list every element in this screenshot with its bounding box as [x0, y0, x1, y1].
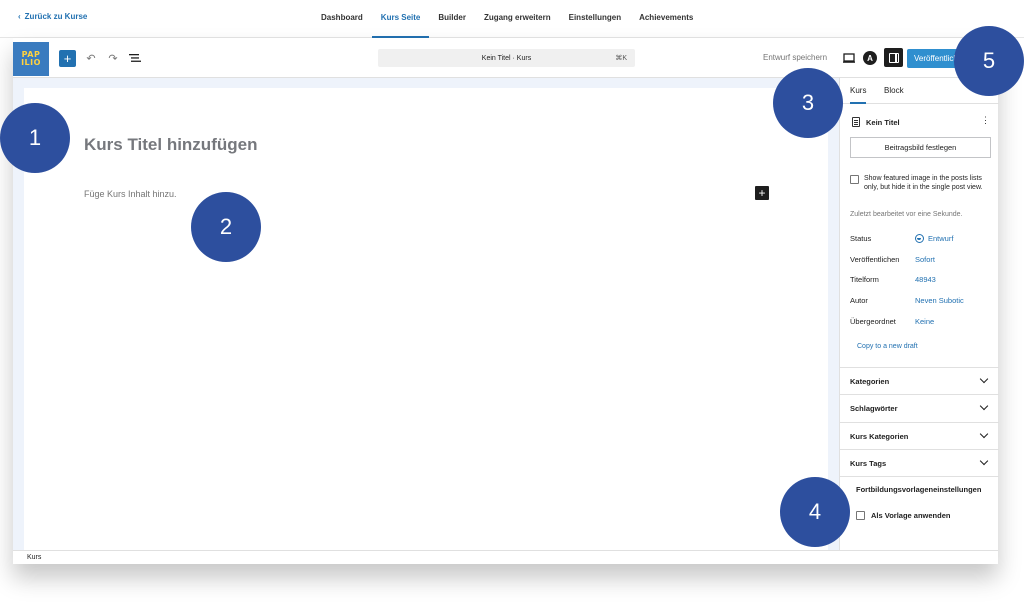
property-publish: Veröffentlichen Sofort: [850, 255, 995, 267]
chevron-down-icon: [979, 429, 989, 439]
property-status: Status Entwurf: [850, 234, 995, 246]
property-label: Übergeordnet: [850, 317, 896, 326]
property-label: Autor: [850, 296, 868, 305]
property-label: Titelform: [850, 275, 879, 284]
editor-toolbar: PAP ILIO + ↶ ↷ Kein Titel · Kurs ⌘K Entw…: [13, 38, 998, 78]
redo-icon[interactable]: ↷: [106, 51, 120, 65]
command-bar-text: Kein Titel · Kurs: [481, 54, 532, 62]
callout-badge-4: 4: [780, 477, 850, 547]
callout-badge-1: 1: [0, 103, 70, 173]
tab-achievements[interactable]: Achievements: [630, 0, 702, 38]
slug-button[interactable]: 48943: [915, 275, 936, 284]
callout-badge-5: 5: [954, 26, 1024, 96]
property-author: Autor Neven Subotic: [850, 296, 995, 308]
save-draft-button[interactable]: Entwurf speichern: [763, 53, 827, 62]
property-label: Veröffentlichen: [850, 255, 900, 264]
draft-status-icon: [915, 234, 924, 243]
panel-title: Kurs Kategorien: [850, 432, 909, 441]
chevron-left-icon: ‹: [18, 12, 21, 21]
callout-badge-3: 3: [773, 68, 843, 138]
publish-date-button[interactable]: Sofort: [915, 255, 935, 264]
course-title-input[interactable]: Kurs Titel hinzufügen: [84, 135, 257, 155]
panel-title: Schlagwörter: [850, 404, 898, 413]
tab-dashboard[interactable]: Dashboard: [312, 0, 372, 38]
tab-zugang-erweitern[interactable]: Zugang erweitern: [475, 0, 560, 38]
inline-add-block-button[interactable]: +: [755, 186, 769, 200]
tab-builder[interactable]: Builder: [429, 0, 475, 38]
status-value-button[interactable]: Entwurf: [915, 234, 953, 243]
apply-as-template-option: Als Vorlage anwenden: [856, 511, 950, 520]
panel-kurs-kategorien[interactable]: Kurs Kategorien: [840, 422, 999, 450]
template-settings-title: Fortbildungsvorlageneinstellungen: [856, 485, 982, 494]
panel-title: Kurs Tags: [850, 458, 887, 468]
list-view-icon[interactable]: [128, 51, 142, 65]
tab-kurs-seite[interactable]: Kurs Seite: [371, 0, 430, 38]
logo-text-line2: ILIO: [21, 58, 41, 67]
property-value: Entwurf: [928, 234, 954, 243]
post-title: Kein Titel: [866, 117, 900, 127]
callout-badge-2: 2: [191, 192, 261, 262]
preview-desktop-icon[interactable]: [842, 51, 856, 65]
panel-kurs-tags[interactable]: Kurs Tags: [840, 449, 999, 477]
top-navigation: ‹ Zurück zu Kurse Dashboard Kurs Seite B…: [0, 0, 1024, 38]
panel-title: Kategorien: [850, 377, 890, 386]
settings-sidebar: Kurs Block Kein Titel ⋮ Beitragsbild fes…: [839, 78, 999, 550]
copy-to-new-draft-link[interactable]: Copy to a new draft: [857, 343, 918, 350]
apply-as-template-label: Als Vorlage anwenden: [871, 511, 951, 520]
editor-footer-breadcrumb[interactable]: Kurs: [13, 550, 998, 564]
author-button[interactable]: Neven Subotic: [915, 296, 964, 305]
sidebar-tab-block[interactable]: Block: [884, 86, 904, 95]
featured-image-checkbox[interactable]: [850, 175, 859, 184]
plus-icon: +: [63, 51, 72, 66]
chevron-down-icon: [979, 456, 989, 466]
add-block-button[interactable]: +: [59, 50, 76, 67]
panel-schlagwoerter[interactable]: Schlagwörter: [840, 394, 999, 422]
plugin-a-icon[interactable]: A: [863, 51, 877, 65]
featured-image-option: Show featured image in the posts lists o…: [850, 174, 995, 192]
back-link-label: Zurück zu Kurse: [24, 12, 88, 21]
apply-as-template-checkbox[interactable]: [856, 511, 865, 520]
chevron-down-icon: [979, 401, 989, 411]
tab-einstellungen[interactable]: Einstellungen: [560, 0, 630, 38]
command-palette-bar[interactable]: Kein Titel · Kurs ⌘K: [378, 49, 635, 67]
nav-tabs: Dashboard Kurs Seite Builder Zugang erwe…: [312, 0, 702, 38]
post-summary: Kein Titel: [852, 116, 992, 128]
property-slug: Titelform 48943: [850, 275, 995, 287]
editor-canvas[interactable]: Kurs Titel hinzufügen Füge Kurs Inhalt h…: [24, 88, 828, 550]
property-parent: Übergeordnet Keine: [850, 317, 995, 329]
back-to-courses-link[interactable]: ‹ Zurück zu Kurse: [18, 12, 87, 21]
settings-sidebar-toggle-icon[interactable]: [884, 48, 903, 67]
more-options-icon[interactable]: ⋮: [981, 115, 990, 126]
sidebar-tab-kurs[interactable]: Kurs: [850, 86, 867, 104]
featured-image-option-text: Show featured image in the posts lists o…: [864, 175, 983, 191]
set-featured-image-button[interactable]: Beitragsbild festlegen: [850, 137, 991, 158]
last-edited-text: Zuletzt bearbeitet vor eine Sekunde.: [850, 211, 963, 218]
papilio-logo[interactable]: PAP ILIO: [13, 42, 49, 76]
undo-icon[interactable]: ↶: [84, 51, 98, 65]
command-shortcut: ⌘K: [615, 55, 627, 62]
panel-kategorien[interactable]: Kategorien: [840, 367, 999, 395]
document-icon: [852, 117, 860, 127]
chevron-down-icon: [979, 374, 989, 384]
plus-icon: +: [758, 186, 766, 200]
property-label: Status: [850, 234, 872, 243]
course-content-input[interactable]: Füge Kurs Inhalt hinzu.: [84, 189, 177, 199]
editor-frame: PAP ILIO + ↶ ↷ Kein Titel · Kurs ⌘K Entw…: [13, 38, 999, 564]
parent-button[interactable]: Keine: [915, 317, 934, 326]
